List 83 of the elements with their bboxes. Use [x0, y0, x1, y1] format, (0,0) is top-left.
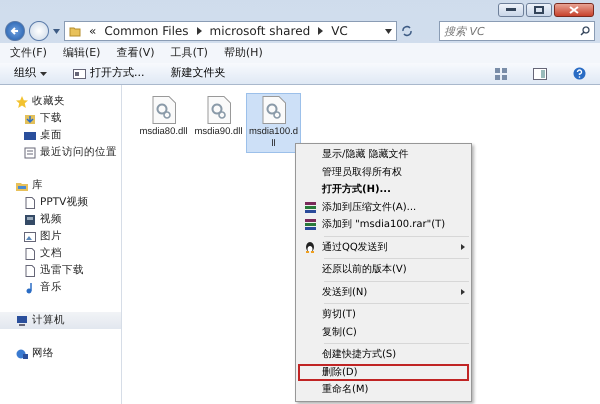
monitor-icon [24, 130, 36, 142]
picture-icon [24, 230, 36, 242]
sidebar-item[interactable]: 视频 [0, 211, 121, 228]
help-icon [573, 67, 586, 80]
sidebar-item[interactable]: 音乐 [0, 279, 121, 296]
file-gear-icon [262, 96, 286, 124]
menu-item[interactable]: 创建快捷方式(S) [298, 346, 469, 364]
menu-item[interactable]: 帮助(H) [224, 45, 263, 61]
overflow-chevron[interactable]: « [89, 22, 96, 40]
books-icon [304, 202, 316, 213]
file-item[interactable]: msdia80.dll [136, 93, 191, 141]
maximize-button[interactable] [526, 3, 552, 17]
menu-item[interactable]: 剪切(T) [298, 306, 469, 324]
document-icon [24, 248, 36, 260]
sidebar-item[interactable]: 库 [0, 177, 121, 194]
menu-item[interactable]: 添加到 "msdia100.rar"(T) [298, 216, 469, 234]
breadcrumb-segment[interactable]: Common Files [104, 22, 189, 40]
refresh-icon[interactable] [401, 25, 413, 37]
breadcrumb-segment[interactable]: VC [331, 22, 348, 40]
file-gear-icon [206, 96, 230, 124]
left-arrow-icon [10, 26, 20, 36]
minimize-button[interactable] [498, 3, 524, 17]
menu-item[interactable]: 重命名(M) [298, 381, 469, 398]
address-bar[interactable]: « Common Files microsoft shared VC [64, 21, 397, 41]
toolbar-button[interactable]: 打开方式... [73, 65, 144, 82]
document-icon [24, 146, 36, 158]
dropdown-icon [53, 28, 60, 34]
menu-item[interactable]: 显示/隐藏 隐藏文件 [298, 146, 469, 164]
search-field[interactable]: 搜索 VC [439, 21, 595, 41]
caret-icon [40, 72, 47, 76]
chevron-icon [196, 27, 202, 35]
file-item[interactable]: msdia90.dll [191, 93, 246, 141]
minimize-icon [506, 8, 516, 12]
menu-item[interactable]: 管理员取得所有权 [298, 164, 469, 181]
folder-icon [69, 25, 81, 37]
file-item[interactable]: msdia100.dll [246, 93, 301, 153]
toolbar-button[interactable]: 组织 [14, 65, 47, 82]
sidebar-item[interactable]: 收藏夹 [0, 93, 121, 110]
view-icon [495, 68, 507, 80]
breadcrumb-segment[interactable]: microsoft shared [210, 22, 310, 40]
close-button[interactable] [554, 3, 594, 17]
sidebar-item[interactable]: 文档 [0, 245, 121, 262]
menu-item[interactable]: 还原以前的版本(V) [298, 261, 469, 278]
sidebar-item[interactable]: PPTV视频 [0, 194, 121, 211]
document-icon [24, 264, 36, 276]
menu-item[interactable]: 查看(V) [116, 45, 155, 61]
submenu-arrow-icon [461, 289, 465, 296]
submenu-arrow-icon [461, 244, 465, 250]
menu-item[interactable]: 打开方式(H)... [298, 181, 469, 198]
maximize-icon [534, 6, 544, 14]
search-icon[interactable] [580, 26, 590, 36]
sidebar-item[interactable]: 迅雷下载 [0, 262, 121, 279]
document-icon [24, 196, 36, 208]
sidebar-item[interactable]: 图片 [0, 228, 121, 245]
dropdown-icon [385, 28, 392, 34]
menu-item[interactable]: 发送到(N) [298, 284, 469, 301]
penguin-icon [305, 242, 315, 253]
back-button[interactable] [5, 21, 25, 41]
sidebar-item[interactable]: 计算机 [0, 312, 121, 329]
chevron-icon [318, 27, 324, 35]
forward-button[interactable] [29, 21, 49, 41]
menu-item[interactable]: 通过QQ发送到 [298, 238, 469, 256]
menu-item[interactable]: 删除(D) [298, 364, 469, 381]
globe-icon [16, 348, 28, 360]
menu-item[interactable]: 编辑(E) [62, 45, 100, 61]
window-icon [73, 68, 86, 78]
sidebar-item[interactable]: 网络 [0, 345, 121, 362]
sidebar-item[interactable]: 最近访问的位置 [0, 144, 121, 161]
menu-item[interactable]: 复制(C) [298, 324, 469, 341]
menu-item[interactable]: 添加到压缩文件(A)... [298, 198, 469, 216]
books-icon [304, 219, 316, 230]
menu-item[interactable]: 文件(F) [10, 45, 47, 61]
menu-item[interactable]: 工具(T) [170, 45, 208, 61]
file-gear-icon [152, 96, 176, 124]
toolbar-button[interactable]: 新建文件夹 [170, 65, 226, 82]
computer-icon [16, 314, 28, 326]
folder-icon [24, 112, 36, 124]
film-icon [24, 214, 36, 226]
star-icon [16, 96, 28, 108]
sidebar-item[interactable]: 桌面 [0, 127, 121, 144]
preview-pane-icon [533, 68, 547, 80]
sidebar-item[interactable]: 下载 [0, 110, 121, 127]
close-icon [569, 6, 579, 14]
